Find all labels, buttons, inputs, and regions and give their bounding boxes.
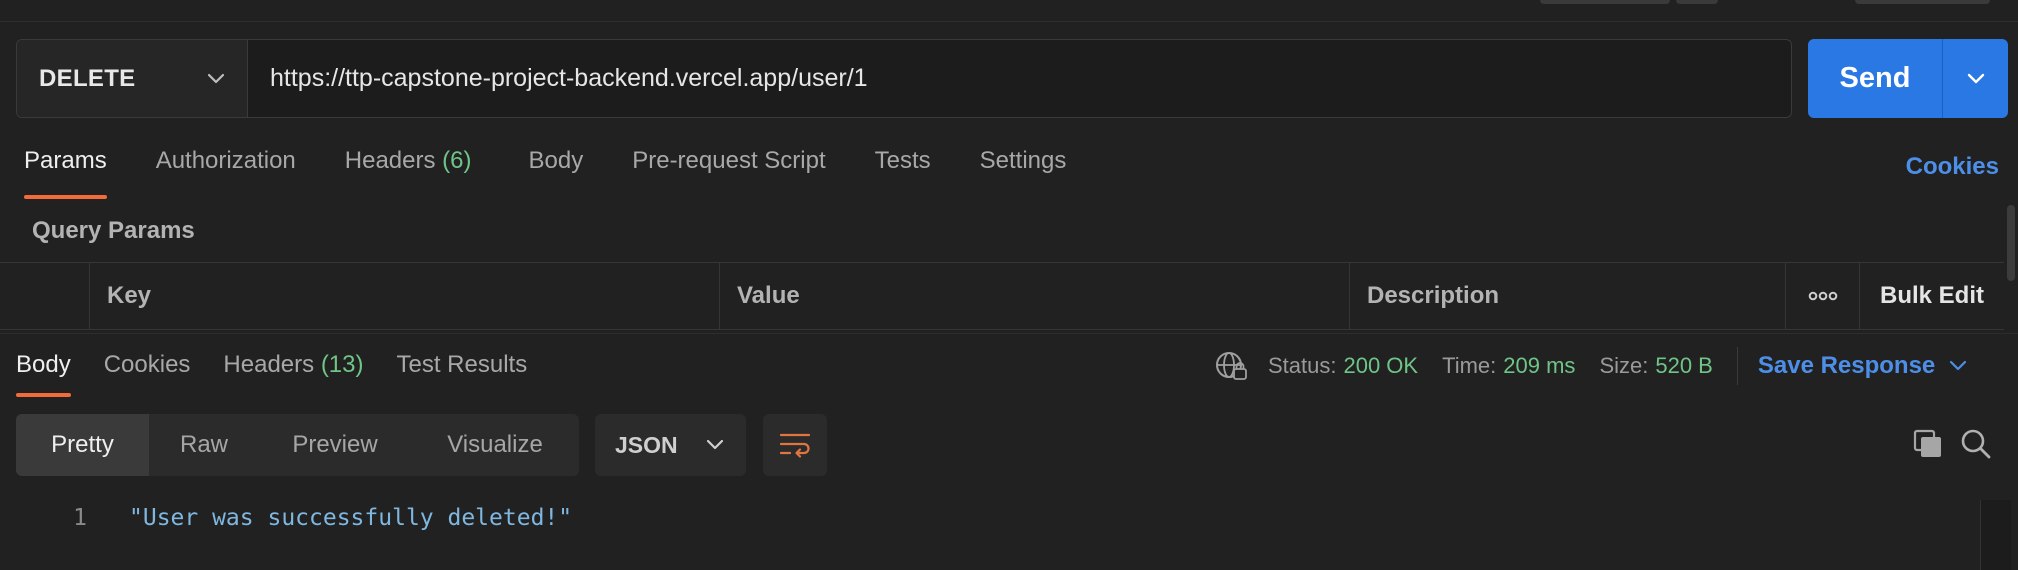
globe-lock-icon[interactable]: [1214, 350, 1248, 382]
column-value: Value: [719, 263, 1349, 329]
chevron-down-icon: [706, 439, 724, 450]
tab-params[interactable]: Params: [24, 147, 107, 199]
language-select[interactable]: JSON: [595, 414, 746, 476]
query-params-title: Query Params: [32, 217, 195, 244]
save-response-button[interactable]: Save Response: [1758, 352, 1967, 380]
divider: [1736, 347, 1738, 385]
tab-label: Headers: [344, 147, 436, 174]
status-label: Status:: [1268, 353, 1337, 378]
size-label: Size:: [1599, 353, 1649, 378]
tab-authorization[interactable]: Authorization: [156, 147, 296, 199]
tab-count-badge: (13): [320, 351, 364, 378]
tab-label: Body: [528, 147, 584, 174]
tab-pre-request-script[interactable]: Pre-request Script: [632, 147, 825, 199]
tab-count-badge: (6): [442, 147, 472, 174]
tab-response-headers[interactable]: Headers (13): [223, 351, 363, 397]
scrollbar[interactable]: [2007, 205, 2015, 281]
tab-label: Settings: [979, 147, 1067, 174]
request-tabs: Params Authorization Headers (6) Body Pr…: [24, 147, 1115, 199]
tab-label: Body: [16, 351, 71, 378]
chevron-down-icon: [1950, 360, 1967, 371]
tab-label: Tests: [874, 147, 931, 174]
top-ghost-control[interactable]: [1855, 0, 1990, 4]
format-preview[interactable]: Preview: [259, 414, 411, 476]
send-options-button[interactable]: [1942, 39, 2008, 118]
scrollbar[interactable]: [1981, 500, 2011, 570]
time-label: Time:: [1442, 353, 1497, 378]
response-string[interactable]: "User was successfully deleted!": [129, 505, 572, 531]
bulk-edit-button[interactable]: Bulk Edit: [1859, 263, 2004, 329]
tab-label: Cookies: [103, 351, 191, 378]
tab-response-body[interactable]: Body: [16, 351, 71, 397]
response-status-bar: Status: 200 OK Time: 209 ms Size: 520 B …: [1214, 347, 1967, 385]
code-line[interactable]: 1 "User was successfully deleted!": [0, 500, 572, 536]
tab-label: Authorization: [155, 147, 296, 174]
format-visualize[interactable]: Visualize: [411, 414, 579, 476]
save-response-label: Save Response: [1757, 352, 1936, 379]
wrap-lines-button[interactable]: [763, 414, 827, 476]
time-value[interactable]: 209 ms: [1503, 353, 1575, 379]
tab-label: Pre-request Script: [632, 147, 826, 174]
tab-body[interactable]: Body: [529, 147, 584, 199]
wrap-lines-icon: [779, 433, 811, 458]
response-tabs: Body Cookies Headers (13) Test Results: [16, 351, 560, 397]
line-number: 1: [73, 505, 87, 531]
request-bar: DELETE: [16, 39, 1792, 118]
url-input[interactable]: [248, 40, 1791, 117]
params-table-header: Key Value Description Bulk Edit: [0, 262, 2004, 330]
tab-test-results[interactable]: Test Results: [397, 351, 528, 397]
format-raw[interactable]: Raw: [149, 414, 259, 476]
tab-response-cookies[interactable]: Cookies: [104, 351, 191, 397]
tab-label: Headers: [223, 351, 315, 378]
cookies-link[interactable]: Cookies: [1906, 153, 1999, 181]
status-value[interactable]: 200 OK: [1343, 353, 1418, 379]
top-strip: [0, 0, 2018, 22]
chevron-down-icon: [207, 73, 225, 83]
tab-headers[interactable]: Headers (6): [345, 147, 472, 199]
column-key: Key: [89, 263, 719, 329]
method-label: DELETE: [39, 64, 136, 92]
search-icon[interactable]: [1960, 428, 1992, 465]
more-options-button[interactable]: [1785, 263, 1859, 329]
column-description: Description: [1349, 263, 1785, 329]
method-select[interactable]: DELETE: [17, 40, 248, 117]
chevron-down-icon: [1967, 73, 1984, 84]
send-button[interactable]: Send: [1808, 39, 1942, 118]
size-value[interactable]: 520 B: [1655, 353, 1713, 379]
top-ghost-control[interactable]: [1676, 0, 1718, 4]
copy-icon[interactable]: [1912, 428, 1944, 465]
format-segmented-control: Pretty Raw Preview Visualize: [16, 414, 579, 476]
tab-settings[interactable]: Settings: [980, 147, 1067, 199]
format-pretty[interactable]: Pretty: [16, 414, 149, 476]
pane-divider[interactable]: [0, 333, 2018, 334]
tab-label: Params: [24, 147, 107, 174]
tab-tests[interactable]: Tests: [875, 147, 931, 199]
language-label: JSON: [615, 431, 678, 458]
checkbox-column: [0, 263, 89, 329]
send-group: Send: [1808, 39, 2008, 118]
more-dots-icon: [1808, 291, 1837, 301]
top-ghost-control[interactable]: [1540, 0, 1670, 4]
tab-label: Test Results: [396, 351, 528, 378]
